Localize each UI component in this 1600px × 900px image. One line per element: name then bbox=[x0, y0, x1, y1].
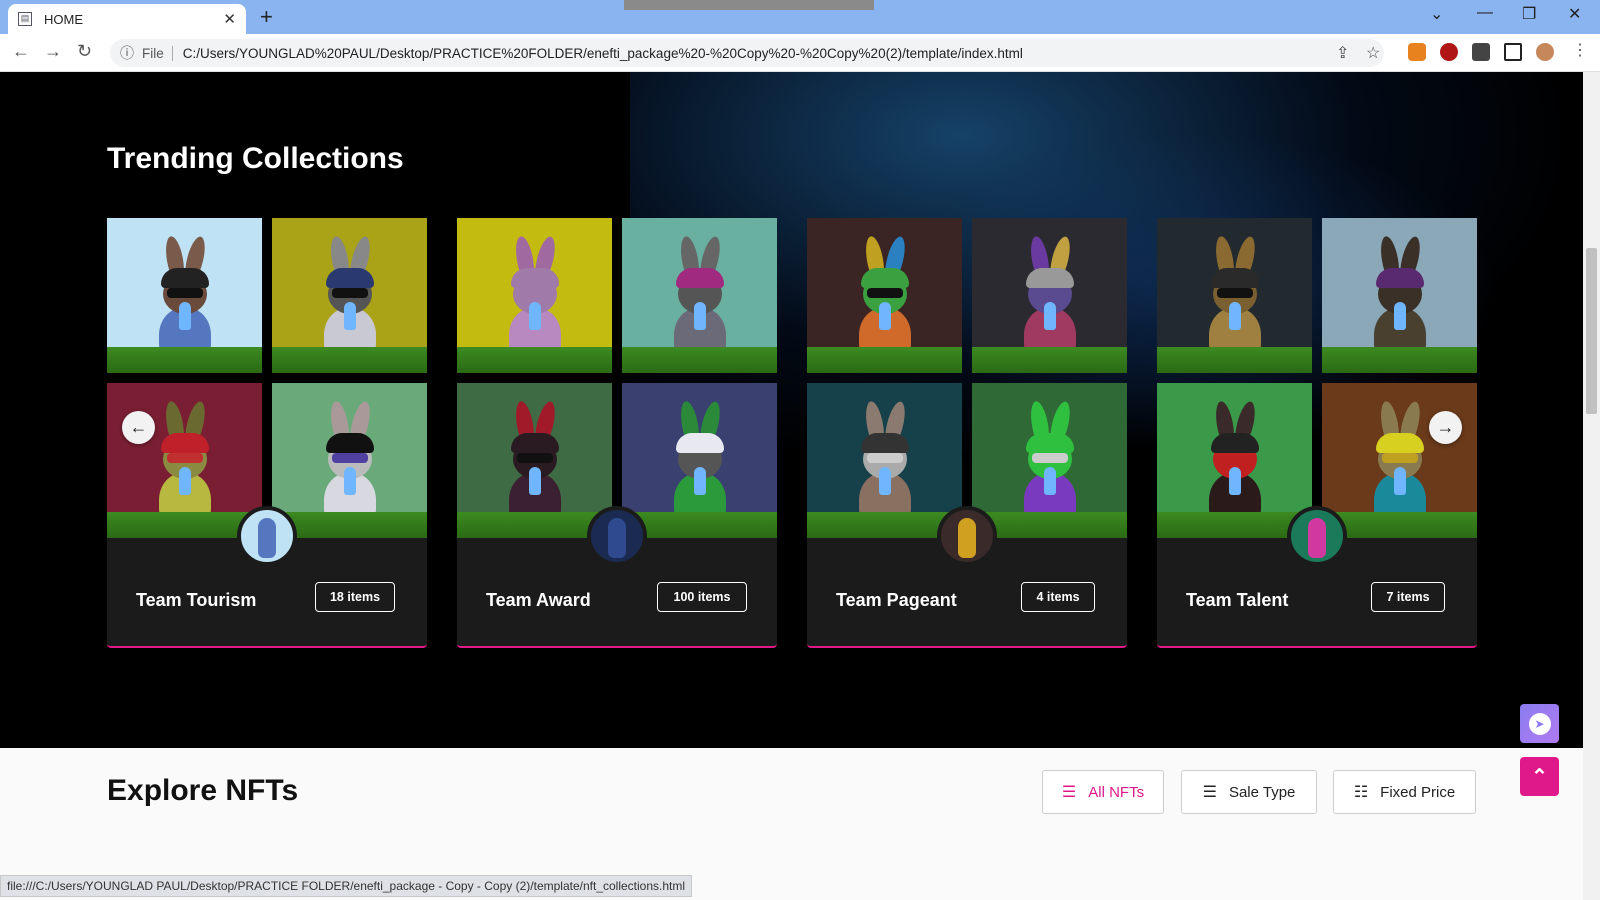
collection-avatar[interactable] bbox=[587, 506, 647, 566]
collection-card[interactable]: Team Tourism 18 items bbox=[107, 218, 427, 652]
chevron-up-icon: ⌃ bbox=[1531, 766, 1548, 788]
arrow-left-icon: ← bbox=[129, 417, 148, 437]
collection-name[interactable]: Team Tourism bbox=[136, 590, 256, 611]
collection-name[interactable]: Team Award bbox=[486, 590, 591, 611]
browser-toolbar: ← → ↻ ⓘ File C:/Users/YOUNGLAD%20PAUL/De… bbox=[0, 34, 1600, 72]
nft-image[interactable] bbox=[972, 383, 1127, 538]
scheme-label: File bbox=[142, 45, 173, 61]
close-window-icon[interactable]: ✕ bbox=[1568, 4, 1581, 24]
status-bar-url: file:///C:/Users/YOUNGLAD PAUL/Desktop/P… bbox=[0, 875, 693, 897]
puzzle-extensions-icon[interactable] bbox=[1472, 43, 1490, 61]
extension-icon[interactable] bbox=[1440, 43, 1458, 61]
reload-icon[interactable]: ↻ bbox=[77, 41, 92, 62]
new-tab-button[interactable]: + bbox=[260, 4, 273, 30]
side-panel-icon[interactable] bbox=[1504, 43, 1522, 61]
nft-image[interactable] bbox=[1322, 383, 1477, 538]
browser-tabstrip: ▤ HOME ✕ + ⌄ — ❐ ✕ bbox=[0, 0, 1600, 34]
carousel-prev-button[interactable]: ← bbox=[122, 411, 155, 444]
collection-card[interactable]: Team Award 100 items bbox=[457, 218, 777, 652]
nft-image[interactable] bbox=[1157, 383, 1312, 538]
url-text[interactable]: C:/Users/YOUNGLAD%20PAUL/Desktop/PRACTIC… bbox=[183, 46, 1023, 61]
window-drag-area[interactable] bbox=[624, 0, 874, 10]
page-icon: ▤ bbox=[18, 12, 32, 26]
collection-avatar[interactable] bbox=[937, 506, 997, 566]
address-bar[interactable]: ⓘ File C:/Users/YOUNGLAD%20PAUL/Desktop/… bbox=[110, 39, 1384, 67]
collection-card[interactable]: Team Talent 7 items bbox=[1157, 218, 1477, 652]
scrollbar-thumb[interactable] bbox=[1586, 248, 1597, 414]
tab-search-icon[interactable]: ⌄ bbox=[1430, 4, 1443, 24]
telegram-button[interactable]: ➤ bbox=[1520, 704, 1559, 743]
nft-image[interactable] bbox=[622, 383, 777, 538]
menu-kebab-icon[interactable]: ⋮ bbox=[1572, 40, 1588, 60]
menu-icon: ☰ bbox=[1061, 784, 1077, 801]
nft-image[interactable] bbox=[807, 218, 962, 373]
forward-icon[interactable]: → bbox=[44, 41, 62, 62]
explore-title: Explore NFTs bbox=[107, 774, 299, 807]
arrow-right-icon: → bbox=[1436, 417, 1455, 437]
scroll-to-top-button[interactable]: ⌃ bbox=[1520, 757, 1559, 796]
nft-image[interactable] bbox=[107, 383, 262, 538]
nft-image[interactable] bbox=[972, 218, 1127, 373]
bookmark-star-icon[interactable]: ☆ bbox=[1366, 43, 1380, 63]
filter-sale-type-button[interactable]: ☰ Sale Type bbox=[1181, 770, 1317, 814]
item-count-badge: 100 items bbox=[657, 582, 747, 612]
back-icon[interactable]: ← bbox=[12, 41, 30, 62]
nft-image[interactable] bbox=[622, 218, 777, 373]
nft-image[interactable] bbox=[107, 218, 262, 373]
filter-all-nfts-button[interactable]: ☰ All NFTs bbox=[1042, 770, 1164, 814]
nft-image[interactable] bbox=[1322, 218, 1477, 373]
list-filter-icon: ☷ bbox=[1353, 784, 1369, 801]
collection-name[interactable]: Team Talent bbox=[1186, 590, 1288, 611]
minimize-icon[interactable]: — bbox=[1477, 4, 1493, 22]
share-icon[interactable]: ⇪ bbox=[1336, 43, 1349, 63]
collection-avatar[interactable] bbox=[1287, 506, 1347, 566]
tab-title: HOME bbox=[44, 11, 83, 27]
filter-fixed-price-button[interactable]: ☷ Fixed Price bbox=[1333, 770, 1476, 814]
nft-image[interactable] bbox=[457, 218, 612, 373]
trending-section: Trending Collections Team Tourism 18 ite… bbox=[0, 72, 1583, 748]
nft-image[interactable] bbox=[1157, 218, 1312, 373]
item-count-badge: 7 items bbox=[1371, 582, 1445, 612]
metamask-extension-icon[interactable] bbox=[1408, 43, 1426, 61]
close-tab-icon[interactable]: ✕ bbox=[223, 10, 236, 28]
filter-label: Fixed Price bbox=[1380, 783, 1456, 801]
filter-label: Sale Type bbox=[1228, 783, 1296, 801]
filter-label: All NFTs bbox=[1088, 783, 1145, 801]
item-count-badge: 18 items bbox=[315, 582, 395, 612]
nft-image[interactable] bbox=[807, 383, 962, 538]
nft-image[interactable] bbox=[272, 383, 427, 538]
section-title: Trending Collections bbox=[107, 142, 404, 175]
browser-tab-home[interactable]: ▤ HOME ✕ bbox=[8, 4, 246, 34]
restore-icon[interactable]: ❐ bbox=[1522, 4, 1536, 24]
carousel-next-button[interactable]: → bbox=[1429, 411, 1462, 444]
collection-name[interactable]: Team Pageant bbox=[836, 590, 957, 611]
telegram-icon: ➤ bbox=[1528, 712, 1551, 735]
collection-avatar[interactable] bbox=[237, 506, 297, 566]
profile-avatar[interactable] bbox=[1536, 43, 1554, 61]
item-count-badge: 4 items bbox=[1021, 582, 1095, 612]
nft-image[interactable] bbox=[457, 383, 612, 538]
page-scrollbar[interactable] bbox=[1583, 72, 1600, 900]
menu-icon: ☰ bbox=[1202, 784, 1217, 801]
collection-card[interactable]: Team Pageant 4 items bbox=[807, 218, 1127, 652]
info-icon[interactable]: ⓘ bbox=[120, 43, 134, 63]
nft-image[interactable] bbox=[272, 218, 427, 373]
